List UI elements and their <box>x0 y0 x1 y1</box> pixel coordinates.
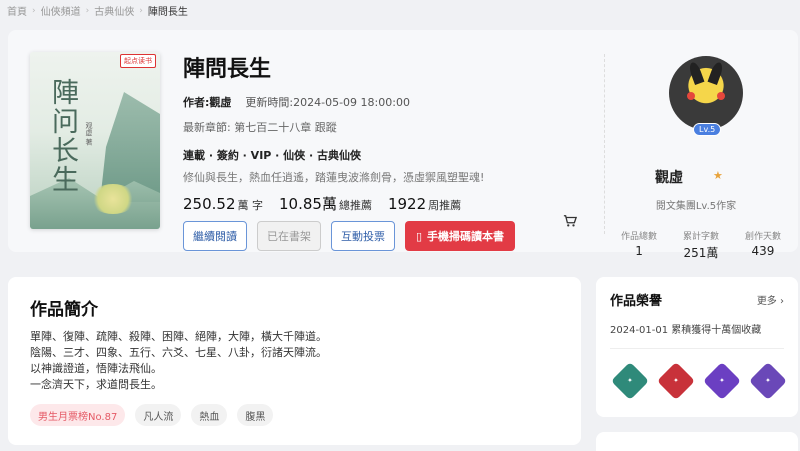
book-details: 陣問長生 作者:觀虛 更新時間:2024-05-09 18:00:00 最新章節… <box>183 54 583 251</box>
word-count-stat: 250.52 萬 字 <box>183 195 263 213</box>
tag-chip[interactable]: 腹黑 <box>237 404 274 426</box>
intro-line: 單陣、復陣、疏陣、殺陣、困陣、絕陣，大陣，橫大千陣道。 <box>30 330 327 343</box>
author-link[interactable]: 作者:觀虛 <box>183 94 231 110</box>
honor-badge-icon[interactable]: ✦ <box>748 361 788 401</box>
author-stat-words: 累計字數 251萬 <box>682 232 719 260</box>
intro-tags: 男生月票榜No.87 凡人流 熱血 腹黑 <box>30 404 274 426</box>
book-tags: 連載 · 簽約 · VIP · 仙俠 · 古典仙俠 <box>183 149 362 162</box>
book-title: 陣問長生 <box>183 57 272 82</box>
author-level-badge: Lv.5 <box>693 123 722 136</box>
author-stat-days: 創作天數 439 <box>744 232 781 258</box>
book-stats: 250.52 萬 字 10.85萬 總推薦 1922 周推薦 <box>183 193 583 214</box>
cover-brand: 起点读书 <box>120 54 156 68</box>
honor-title: 作品榮譽 <box>610 294 663 309</box>
author-rank: 閱文集團Lv.5作家 <box>655 201 737 212</box>
book-cover[interactable]: 陣问长生 起点读书 观虚 著 <box>30 52 160 229</box>
chevron-right-icon: › <box>139 5 143 16</box>
cover-title: 陣问长生 <box>47 78 78 194</box>
breadcrumb-current: 陣問長生 <box>147 7 188 18</box>
author-panel: Lv.5 觀虛 ★ 閱文集團Lv.5作家 作品總數 1 累計字數 251萬 創作天數… <box>604 54 786 260</box>
book-meta: 作者:觀虛 更新時間:2024-05-09 18:00:00 <box>183 94 583 110</box>
chevron-right-icon: › <box>85 5 90 16</box>
honor-badge-icon[interactable]: ✦ <box>702 361 742 401</box>
intro-line: 陰陽、三才、四象、五行、六爻、七星、八卦，衍諸天陣流。 <box>30 346 327 359</box>
author-name[interactable]: 觀虛 <box>655 167 683 187</box>
continue-reading-button[interactable]: 繼續閱讀 <box>183 221 247 251</box>
latest-chapter-link[interactable]: 最新章節: 第七百二十八章 跟蹤 <box>183 119 583 135</box>
breadcrumb: 首頁 › 仙俠頻道 › 古典仙俠 › 陣問長生 <box>7 3 188 19</box>
honor-badge-icon[interactable]: ✦ <box>610 361 650 401</box>
phone-scan-button[interactable]: ▯ 手機掃碼讀本書 <box>405 221 515 251</box>
breadcrumb-channel[interactable]: 仙俠頻道 <box>41 3 81 18</box>
book-info-card: 陣问长生 起点读书 观虚 著 陣問長生 作者:觀虛 更新時間:2024-05-0… <box>8 30 798 260</box>
intro-line: 以神識證道，悟陣法飛仙。 <box>30 362 162 375</box>
intro-line: 一念濟天下，求道問長生。 <box>30 378 162 391</box>
total-recommend-stat: 10.85萬 總推薦 <box>279 195 372 213</box>
book-tagline: 修仙與長生，熱血任逍遙，踏蓮曳波滌劍骨，憑虛禦風塑聖魂! <box>183 171 485 184</box>
honor-more-link[interactable]: 更多 › <box>757 292 784 307</box>
action-buttons: 繼續閱讀 已在書架 互動投票 ▯ 手機掃碼讀本書 <box>183 221 583 251</box>
chevron-right-icon: › <box>780 296 784 307</box>
honor-badges: ✦ ✦ ✦ ✦ <box>610 361 788 401</box>
intro-title: 作品簡介 <box>30 300 98 320</box>
cart-icon[interactable] <box>563 214 578 232</box>
honor-card: 作品榮譽 更多 › 2024-01-01 累積獲得十萬個收藏 ✦ ✦ ✦ ✦ <box>596 277 798 417</box>
cover-author: 观虚 著 <box>85 122 93 146</box>
author-stats: 作品總數 1 累計字數 251萬 創作天數 439 <box>621 229 781 261</box>
author-avatar[interactable] <box>669 56 743 130</box>
on-shelf-button[interactable]: 已在書架 <box>257 221 321 251</box>
chevron-right-icon: › <box>32 5 36 16</box>
author-stat-works: 作品總數 1 <box>621 232 658 258</box>
intro-text: 單陣、復陣、疏陣、殺陣、困陣、絕陣，大陣，橫大千陣道。 陰陽、三才、四象、五行、… <box>30 329 327 393</box>
tag-chip[interactable]: 熱血 <box>191 404 228 426</box>
honor-record: 2024-01-01 累積獲得十萬個收藏 <box>610 321 784 349</box>
intro-card: 作品簡介 單陣、復陣、疏陣、殺陣、困陣、絕陣，大陣，橫大千陣道。 陰陽、三才、四… <box>8 277 581 445</box>
rank-chip[interactable]: 男生月票榜No.87 <box>30 404 126 426</box>
recommend-card <box>596 432 798 451</box>
breadcrumb-home[interactable]: 首頁 <box>7 3 27 18</box>
weekly-recommend-stat: 1922 周推薦 <box>387 195 462 213</box>
breadcrumb-category[interactable]: 古典仙俠 <box>94 3 134 18</box>
phone-icon: ▯ <box>415 229 423 243</box>
author-medal-icon: ★ <box>713 169 723 182</box>
tag-chip[interactable]: 凡人流 <box>135 404 182 426</box>
phone-scan-label: 手機掃碼讀本書 <box>427 230 505 243</box>
update-time: 更新時間:2024-05-09 18:00:00 <box>245 96 410 109</box>
vote-button[interactable]: 互動投票 <box>331 221 395 251</box>
honor-badge-icon[interactable]: ✦ <box>656 361 696 401</box>
cover-flower <box>90 184 136 214</box>
